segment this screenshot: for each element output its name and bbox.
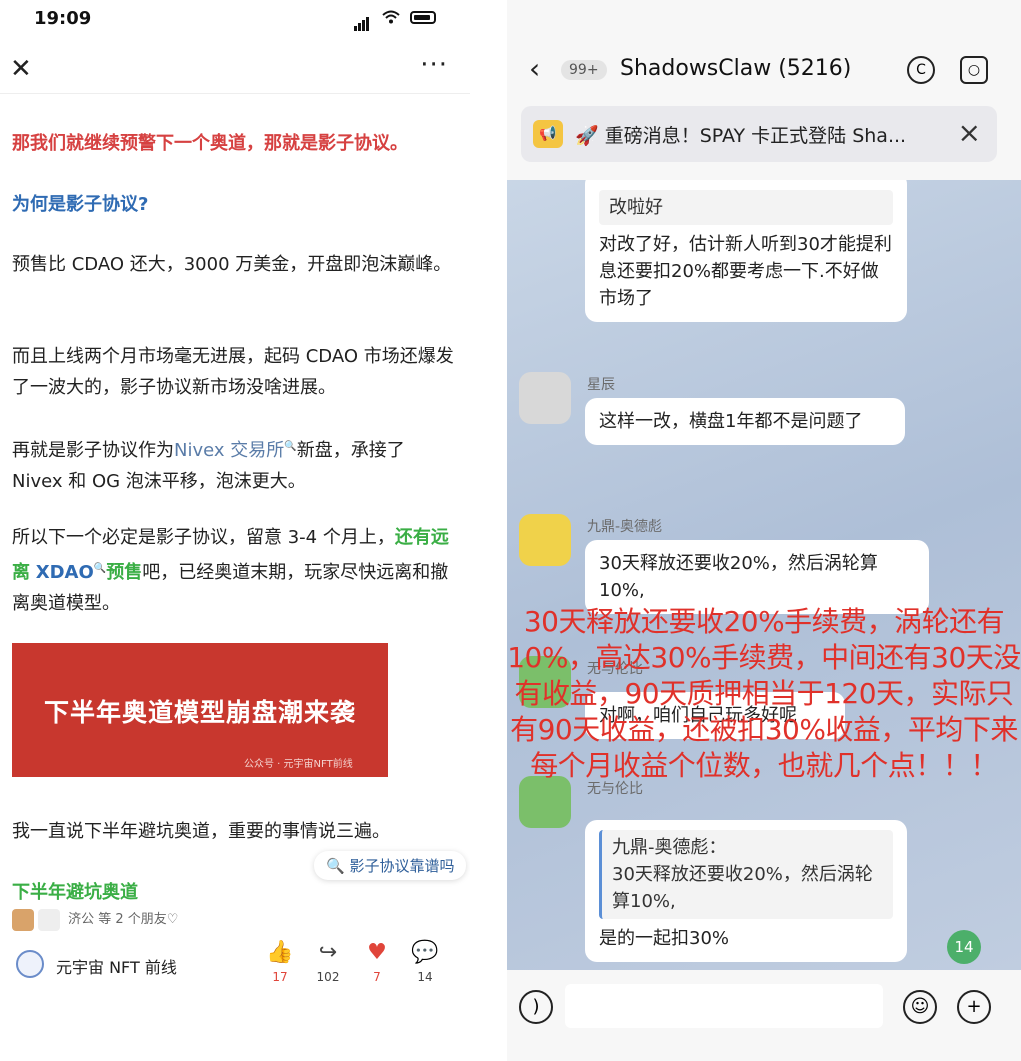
message-text: 30天释放还要收20%，然后涡轮算10%, [599, 553, 878, 601]
account-logo[interactable] [16, 950, 44, 978]
message-bubble[interactable]: 改啦好 对改了好，估计新人听到30才能提利息还要扣20%都要考虑一下.不好做市场… [585, 180, 907, 322]
wifi-icon [382, 10, 400, 24]
search-icon: 🔍 [326, 857, 345, 875]
megaphone-icon: 📢 [533, 120, 563, 148]
xdao-link[interactable]: XDAO [36, 562, 94, 583]
avatar[interactable] [519, 514, 571, 566]
quoted-sender: 九鼎-奥德彪： [612, 837, 727, 858]
article-para-5: 所以下一个必定是影子协议，留意 3-4 个月上，还有远离 XDAO🔍预售吧，已经… [12, 522, 460, 619]
banner-watermark: 公众号 · 元宇宙NFT前线 [244, 759, 353, 770]
sender-name: 九鼎-奥德彪 [587, 519, 663, 535]
chat-screen: ‹ 99+ ShadowsClaw (5216) C ○ 📢 🚀 重磅消息！SP… [507, 0, 1021, 1061]
chat-input-bar: ) ☺ + [507, 970, 1021, 1040]
battery-icon [410, 11, 436, 24]
search-suggestion-label: 影子协议靠谱吗 [349, 857, 455, 875]
article-heading-2: 下半年避坑奥道 [12, 882, 138, 902]
message-bubble[interactable]: 这样一改，横盘1年都不是问题了 [585, 398, 905, 445]
article-footer: 元宇宙 NFT 前线 👍 17 ↪ 102 ♥ 7 💬 14 [0, 930, 470, 1000]
article-para-2: 预售比 CDAO 还大，3000 万美金，开盘即泡沫巅峰。 [12, 254, 452, 275]
article-screen: 19:09 ✕ ··· 那我们就继续预警下一个奥道，那就是影子协议。 为何是影子… [0, 0, 470, 1061]
notice-text: 🚀 重磅消息！SPAY 卡正式登陆 Sha... [575, 125, 907, 147]
share-icon: ↪ [318, 940, 338, 965]
avatar[interactable] [519, 372, 571, 424]
unread-badge[interactable]: 99+ [561, 60, 607, 80]
article-nav: ✕ ··· [0, 48, 470, 94]
favorite-button[interactable]: ♥ 7 [357, 940, 397, 984]
message-text: 这样一改，横盘1年都不是问题了 [599, 411, 863, 432]
friends-text: 济公 等 2 个朋友♡ [68, 912, 179, 927]
quoted-message: 改啦好 [599, 190, 893, 225]
share-button[interactable]: ↪ 102 [308, 940, 348, 984]
banner-title: 下半年奥道模型崩盘潮来袭 [43, 698, 356, 727]
chat-header: ‹ 99+ ShadowsClaw (5216) C ○ [507, 40, 1021, 100]
unread-count-badge[interactable]: 14 [947, 930, 981, 964]
avatar [38, 908, 60, 931]
comment-icon: 💬 [411, 940, 439, 965]
heart-icon: ♥ [367, 940, 387, 965]
status-bar: 19:09 [0, 0, 470, 40]
nivex-link[interactable]: Nivex 交易所 [174, 440, 284, 461]
settings-icon[interactable]: ○ [960, 56, 988, 84]
plus-icon[interactable]: + [957, 990, 991, 1024]
article-para-1: 那我们就继续预警下一个奥道，那就是影子协议。 [12, 133, 408, 154]
status-time: 19:09 [34, 8, 92, 29]
signal-icon [354, 12, 370, 31]
message-bubble[interactable]: 30天释放还要收20%，然后涡轮算10%, [585, 540, 929, 614]
more-icon[interactable]: ··· [420, 50, 448, 80]
quoted-message: 九鼎-奥德彪： 30天释放还要收20%，然后涡轮算10%, [599, 830, 893, 919]
sender-name: 星辰 [587, 377, 615, 393]
article-para-4: 再就是影子协议作为Nivex 交易所🔍新盘，承接了 Nivex 和 OG 泡沫平… [12, 431, 460, 497]
article-para-3: 而且上线两个月市场毫无进展，起码 CDAO 市场还爆发了一波大的，影子协议新市场… [12, 346, 454, 398]
account-name[interactable]: 元宇宙 NFT 前线 [56, 954, 177, 978]
para-5-green-2: 预售 [106, 562, 143, 583]
pinned-notice[interactable]: 📢 🚀 重磅消息！SPAY 卡正式登陆 Sha... × [521, 106, 997, 162]
emoji-icon[interactable]: ☺ [903, 990, 937, 1024]
close-icon[interactable]: ✕ [10, 54, 32, 84]
quoted-text: 30天释放还要收20%，然后涡轮算10%, [612, 864, 873, 912]
article-para-6: 我一直说下半年避坑奥道，重要的事情说三遍。 [12, 821, 390, 842]
search-icon: 🔍 [93, 563, 107, 574]
voice-icon[interactable]: ) [519, 990, 553, 1024]
article-heading-1: 为何是影子协议? [12, 194, 149, 215]
friends-liked[interactable]: 济公 等 2 个朋友♡ [12, 908, 178, 931]
message-input[interactable] [565, 984, 883, 1028]
para-5-text-a: 所以下一个必定是影子协议，留意 3-4 个月上， [12, 527, 395, 548]
message-bubble[interactable]: 九鼎-奥德彪： 30天释放还要收20%，然后涡轮算10%, 是的一起扣30% [585, 820, 907, 962]
message-text: 对改了好，估计新人听到30才能提利息还要扣20%都要考虑一下.不好做市场了 [599, 234, 892, 309]
article-banner-image: 下半年奥道模型崩盘潮来袭 公众号 · 元宇宙NFT前线 [12, 643, 388, 777]
like-button[interactable]: 👍 17 [260, 940, 300, 984]
copyright-icon[interactable]: C [907, 56, 935, 84]
close-icon[interactable]: × [958, 116, 981, 149]
para-4-text-a: 再就是影子协议作为 [12, 440, 174, 461]
back-icon[interactable]: ‹ [529, 52, 540, 85]
message-text: 是的一起扣30% [599, 928, 730, 949]
like-icon: 👍 [266, 940, 294, 965]
message-list[interactable]: 改啦好 对改了好，估计新人听到30才能提利息还要扣20%都要考虑一下.不好做市场… [507, 180, 1021, 970]
comment-button[interactable]: 💬 14 [405, 940, 445, 984]
chat-title: ShadowsClaw (5216) [620, 56, 852, 81]
avatar [12, 908, 34, 931]
red-annotation-overlay: 30天释放还要收20%手续费，涡轮还有10%，高达30%手续费，中间还有30天没… [507, 605, 1021, 782]
search-icon: 🔍 [284, 441, 297, 452]
